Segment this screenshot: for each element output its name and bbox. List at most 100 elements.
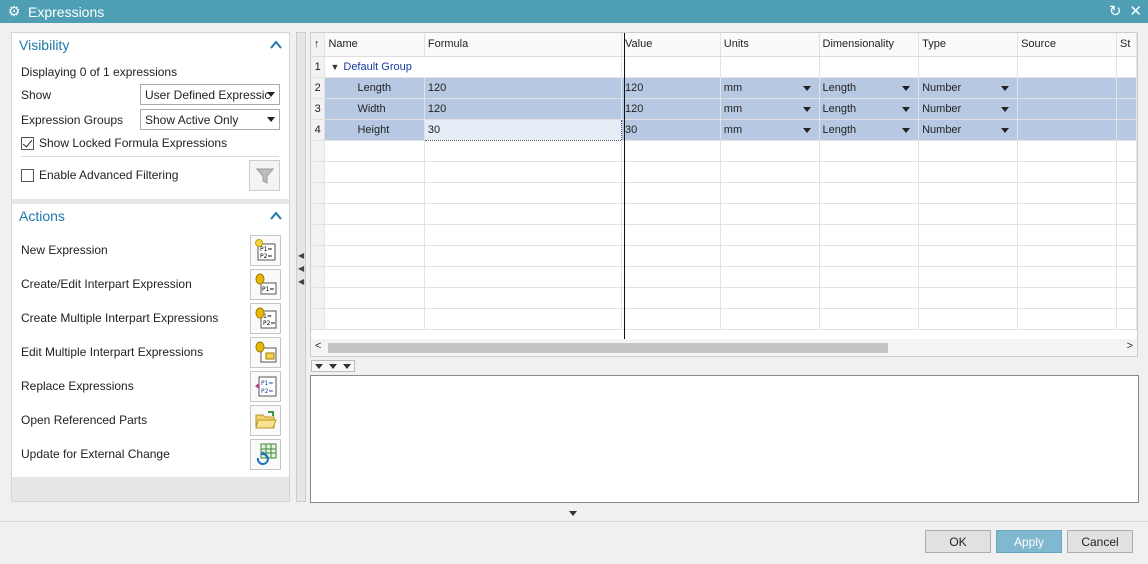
scroll-left-icon[interactable]: <: [315, 340, 321, 352]
group-row[interactable]: 1 ▼ Default Group: [311, 56, 1137, 78]
collapse-arrow-icon[interactable]: ◀: [298, 251, 304, 260]
dropdown-arrow-icon[interactable]: [802, 127, 811, 133]
new-expression-button[interactable]: P1= P2=: [250, 234, 281, 266]
create-multiple-button[interactable]: 1= P2=: [250, 302, 281, 334]
column-header-source[interactable]: Source: [1017, 33, 1117, 57]
show-select[interactable]: User Defined Expressic: [140, 84, 280, 105]
units-value: mm: [723, 102, 743, 115]
dimensionality-cell[interactable]: Length: [819, 77, 920, 99]
empty-row: [311, 308, 1137, 330]
action-create-multiple[interactable]: Create Multiple Interpart Expressions 1=…: [21, 302, 281, 334]
dropdown-arrow-icon[interactable]: [1001, 127, 1010, 133]
name-cell[interactable]: Height: [324, 119, 425, 141]
action-new-expression[interactable]: New Expression P1= P2=: [21, 234, 281, 266]
units-cell[interactable]: mm: [720, 77, 820, 99]
chevron-down-icon[interactable]: ▼: [330, 62, 339, 72]
dropdown-arrow-icon[interactable]: [1001, 106, 1010, 112]
type-cell[interactable]: Number: [918, 119, 1019, 141]
groups-select[interactable]: Show Active Only: [140, 109, 280, 130]
open-referenced-parts-button[interactable]: [250, 404, 281, 436]
details-pane[interactable]: [310, 375, 1139, 503]
replace-expressions-button[interactable]: P1= P2=: [250, 370, 281, 402]
type-value: Number: [922, 102, 962, 115]
column-header-value[interactable]: Value: [621, 33, 721, 57]
details-expander[interactable]: [311, 360, 355, 372]
window-title: Expressions: [28, 3, 105, 20]
dropdown-arrow-icon[interactable]: [902, 127, 911, 133]
column-header-dimensionality[interactable]: Dimensionality: [819, 33, 920, 57]
table-row[interactable]: 4 Height 30 30 mm Length Number: [311, 118, 1137, 141]
name-cell[interactable]: Length: [324, 77, 425, 99]
chevron-up-icon[interactable]: [270, 211, 282, 221]
column-header-type[interactable]: Type: [918, 33, 1019, 57]
name-cell[interactable]: Width: [324, 98, 425, 120]
advanced-filtering-option[interactable]: Enable Advanced Filtering: [21, 168, 178, 182]
apply-button[interactable]: Apply: [996, 530, 1062, 553]
action-edit-multiple[interactable]: Edit Multiple Interpart Expressions: [21, 336, 281, 368]
update-external-button[interactable]: [250, 438, 281, 470]
horizontal-scrollbar[interactable]: < >: [311, 339, 1137, 356]
table-row[interactable]: 2 Length 120 120 mm Length Number: [311, 77, 1137, 99]
formula-cell[interactable]: 30: [423, 118, 623, 141]
dropdown-arrow-icon[interactable]: [802, 106, 811, 112]
advanced-filtering-label: Enable Advanced Filtering: [39, 168, 179, 182]
dropdown-arrow-icon[interactable]: [1001, 85, 1010, 91]
collapse-arrow-icon[interactable]: ◀: [298, 277, 304, 286]
locked-formula-option[interactable]: Show Locked Formula Expressions: [21, 136, 227, 150]
formula-cell[interactable]: 120: [424, 98, 623, 120]
column-header-status[interactable]: St: [1116, 33, 1137, 57]
actions-section: Actions New Expression P1= P2= Create/Edi…: [12, 204, 289, 477]
collapse-arrow-icon[interactable]: ◀: [298, 264, 304, 273]
visibility-header[interactable]: Visibility: [12, 33, 289, 57]
locked-formula-checkbox[interactable]: [21, 136, 34, 150]
sort-icon[interactable]: ↑: [311, 33, 326, 57]
source-cell: [1017, 77, 1117, 99]
filter-button[interactable]: [249, 160, 280, 191]
type-value: Number: [922, 81, 962, 94]
expand-arrow-icon[interactable]: [329, 363, 337, 369]
advanced-filtering-checkbox[interactable]: [21, 168, 34, 182]
action-replace-expressions[interactable]: Replace Expressions P1= P2=: [21, 370, 281, 402]
edit-multiple-button[interactable]: [250, 336, 281, 368]
source-cell: [1017, 98, 1117, 120]
scroll-right-icon[interactable]: >: [1127, 340, 1133, 352]
actions-header[interactable]: Actions: [12, 204, 289, 228]
scrollbar-thumb[interactable]: [328, 343, 888, 353]
column-header-name[interactable]: Name: [324, 33, 425, 57]
formula-cell[interactable]: 120: [424, 77, 623, 99]
ok-button[interactable]: OK: [925, 530, 991, 553]
expressions-grid: ↑ Name Formula Value Units Dimensionalit…: [310, 32, 1138, 357]
units-cell[interactable]: mm: [720, 98, 820, 120]
multiple-interpart-icon: 1=P2=: [255, 307, 276, 329]
expand-arrow-icon[interactable]: [315, 363, 323, 369]
gear-icon[interactable]: ⚙: [0, 3, 28, 20]
panel-splitter[interactable]: ◀ ◀ ◀: [296, 32, 306, 502]
dropdown-arrow-icon[interactable]: [902, 85, 911, 91]
dimensionality-cell[interactable]: Length: [819, 119, 920, 141]
more-options-arrow-icon[interactable]: [569, 511, 577, 516]
table-row[interactable]: 3 Width 120 120 mm Length Number: [311, 98, 1137, 120]
dropdown-arrow-icon[interactable]: [902, 106, 911, 112]
chevron-up-icon[interactable]: [270, 40, 282, 50]
close-icon[interactable]: ✕: [1129, 2, 1142, 20]
units-cell[interactable]: mm: [720, 119, 820, 141]
action-update-external[interactable]: Update for External Change: [21, 438, 281, 470]
group-cell[interactable]: ▼ Default Group: [324, 56, 623, 78]
group-label: Default Group: [343, 60, 412, 73]
expand-arrow-icon[interactable]: [343, 363, 351, 369]
reset-icon[interactable]: ↻: [1109, 2, 1122, 20]
cancel-button[interactable]: Cancel: [1067, 530, 1133, 553]
column-header-units[interactable]: Units: [720, 33, 820, 57]
column-header-formula[interactable]: Formula: [424, 33, 623, 57]
row-number: 4: [311, 119, 326, 141]
interpart-expression-button[interactable]: P1=: [250, 268, 281, 300]
locked-formula-label: Show Locked Formula Expressions: [39, 136, 228, 150]
type-cell[interactable]: Number: [918, 77, 1019, 99]
action-open-referenced-parts[interactable]: Open Referenced Parts: [21, 404, 281, 436]
dropdown-arrow-icon[interactable]: [802, 85, 811, 91]
dimensionality-cell[interactable]: Length: [819, 98, 920, 120]
type-cell[interactable]: Number: [918, 98, 1019, 120]
groups-select-value: Show Active Only: [145, 112, 239, 127]
status-cell: [1116, 77, 1137, 99]
action-interpart-expression[interactable]: Create/Edit Interpart Expression P1=: [21, 268, 281, 300]
